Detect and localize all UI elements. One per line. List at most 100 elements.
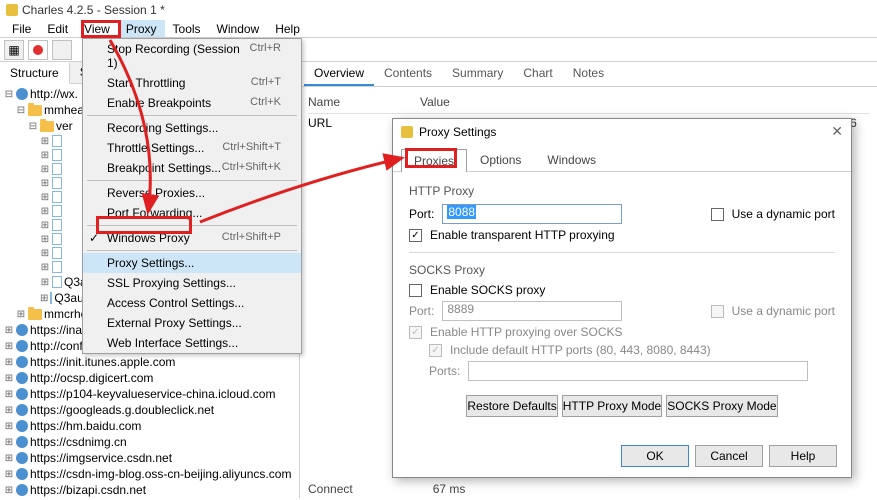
socks-dynamic-label: Use a dynamic port	[732, 304, 835, 318]
expander-icon[interactable]: ⊞	[4, 421, 14, 432]
menu-item[interactable]: ✓Windows ProxyCtrl+Shift+P	[83, 228, 301, 248]
over-socks-label: Enable HTTP proxying over SOCKS	[430, 325, 623, 339]
menu-item[interactable]: Stop Recording (Session 1)Ctrl+R	[83, 39, 301, 73]
tab-options[interactable]: Options	[467, 148, 534, 171]
tree-label: https://csdnimg.cn	[30, 435, 127, 449]
expander-icon[interactable]: ⊟	[4, 89, 14, 100]
menu-edit[interactable]: Edit	[39, 20, 76, 37]
http-port-input[interactable]: 8088	[442, 204, 622, 224]
tree-row[interactable]: ⊞https://init.itunes.apple.com	[4, 354, 295, 370]
menu-item[interactable]: Reverse Proxies...	[83, 183, 301, 203]
transparent-checkbox[interactable]: ✓	[409, 229, 422, 242]
expander-icon[interactable]: ⊞	[4, 405, 14, 416]
tree-row[interactable]: ⊞ https://bizapi.csdn.net	[4, 482, 295, 498]
expander-icon[interactable]: ⊟	[28, 121, 38, 132]
close-icon[interactable]: ✕	[831, 123, 843, 140]
menu-proxy[interactable]: Proxy	[118, 20, 165, 37]
menu-item[interactable]: Port Forwarding...	[83, 203, 301, 223]
tree-label: http://wx.	[30, 87, 78, 101]
expander-icon[interactable]: ⊞	[40, 136, 50, 147]
expander-icon[interactable]: ⊞	[16, 309, 26, 320]
tab-chart[interactable]: Chart	[513, 62, 562, 86]
tree-row[interactable]: ⊞https://imgservice.csdn.net	[4, 450, 295, 466]
enable-socks-checkbox[interactable]	[409, 284, 422, 297]
expander-icon[interactable]: ⊞	[40, 206, 50, 217]
folder-icon	[28, 105, 42, 116]
menu-file[interactable]: File	[4, 20, 39, 37]
http-proxy-mode-button[interactable]: HTTP Proxy Mode	[562, 395, 662, 417]
menu-item[interactable]: Access Control Settings...	[83, 293, 301, 313]
globe-icon	[16, 436, 28, 448]
expander-icon[interactable]: ⊞	[40, 293, 48, 304]
tab-notes[interactable]: Notes	[563, 62, 614, 86]
toolbar-record-icon[interactable]	[28, 40, 48, 60]
expander-icon[interactable]: ⊞	[40, 234, 50, 245]
menu-item-label: Reverse Proxies...	[107, 186, 205, 200]
tree-row[interactable]: ⊞https://csdn-img-blog.oss-cn-beijing.al…	[4, 466, 295, 482]
expander-icon[interactable]: ⊞	[40, 192, 50, 203]
tab-windows[interactable]: Windows	[534, 148, 609, 171]
menu-item[interactable]: External Proxy Settings...	[83, 313, 301, 333]
tab-structure[interactable]: Structure	[0, 63, 70, 84]
tab-summary[interactable]: Summary	[442, 62, 513, 86]
tab-proxies[interactable]: Proxies	[401, 149, 467, 172]
expander-icon[interactable]: ⊞	[4, 469, 14, 480]
toolbar-btn-icon[interactable]	[52, 40, 72, 60]
expander-icon[interactable]: ⊞	[40, 220, 50, 231]
expander-icon[interactable]: ⊞	[4, 373, 14, 384]
expander-icon[interactable]: ⊞	[40, 277, 50, 288]
menu-view[interactable]: View	[76, 20, 118, 37]
expander-icon[interactable]: ⊞	[40, 248, 50, 259]
tree-label: https://bizapi.csdn.net	[30, 483, 146, 497]
globe-icon	[16, 88, 28, 100]
menu-separator	[87, 180, 297, 181]
dynamic-port-checkbox[interactable]	[711, 208, 724, 221]
expander-icon[interactable]: ⊞	[4, 325, 14, 336]
expander-icon[interactable]: ⊞	[40, 178, 50, 189]
tab-contents[interactable]: Contents	[374, 62, 442, 86]
menu-item[interactable]: Recording Settings...	[83, 118, 301, 138]
expander-icon[interactable]: ⊞	[4, 485, 14, 496]
expander-icon[interactable]: ⊞	[40, 262, 50, 273]
menu-item[interactable]: Breakpoint Settings...Ctrl+Shift+K	[83, 158, 301, 178]
tab-overview[interactable]: Overview	[304, 62, 374, 86]
restore-defaults-button[interactable]: Restore Defaults	[466, 395, 557, 417]
menu-item[interactable]: Enable BreakpointsCtrl+K	[83, 93, 301, 113]
expander-icon[interactable]: ⊞	[40, 150, 50, 161]
menu-tools[interactable]: Tools	[165, 20, 209, 37]
menu-item[interactable]: Proxy Settings...	[83, 253, 301, 273]
tree-row[interactable]: ⊞http://ocsp.digicert.com	[4, 370, 295, 386]
ports-label: Ports:	[429, 364, 460, 378]
cancel-button[interactable]: Cancel	[695, 445, 763, 467]
menu-window[interactable]: Window	[209, 20, 268, 37]
expander-icon[interactable]: ⊞	[40, 164, 50, 175]
menu-item[interactable]: SSL Proxying Settings...	[83, 273, 301, 293]
ok-button[interactable]: OK	[621, 445, 689, 467]
dialog-titlebar[interactable]: Proxy Settings ✕	[393, 119, 851, 144]
tree-row[interactable]: ⊞ https://csdnimg.cn	[4, 434, 295, 450]
expander-icon[interactable]: ⊞	[4, 389, 14, 400]
toolbar-new-icon[interactable]: ▦	[4, 40, 24, 60]
expander-icon[interactable]: ⊟	[16, 105, 26, 116]
dialog-icon	[401, 126, 413, 138]
page-icon	[52, 191, 62, 203]
menu-item[interactable]: Web Interface Settings...	[83, 333, 301, 353]
tree-row[interactable]: ⊞https://googleads.g.doubleclick.net	[4, 402, 295, 418]
menu-item[interactable]: Start ThrottlingCtrl+T	[83, 73, 301, 93]
menu-item[interactable]: Throttle Settings...Ctrl+Shift+T	[83, 138, 301, 158]
folder-icon	[28, 309, 42, 320]
globe-icon	[16, 484, 28, 496]
expander-icon[interactable]: ⊞	[4, 357, 14, 368]
tree-row[interactable]: ⊞https://hm.baidu.com	[4, 418, 295, 434]
page-icon	[52, 135, 62, 147]
expander-icon[interactable]: ⊞	[4, 341, 14, 352]
tree-row[interactable]: ⊞https://p104-keyvalueservice-china.iclo…	[4, 386, 295, 402]
status-bar: Connect 67 ms	[300, 478, 473, 500]
socks-dynamic-checkbox	[711, 305, 724, 318]
expander-icon[interactable]: ⊞	[4, 437, 14, 448]
expander-icon[interactable]: ⊞	[4, 453, 14, 464]
page-icon	[52, 163, 62, 175]
help-button[interactable]: Help	[769, 445, 837, 467]
socks-proxy-mode-button[interactable]: SOCKS Proxy Mode	[666, 395, 777, 417]
menu-help[interactable]: Help	[267, 20, 308, 37]
